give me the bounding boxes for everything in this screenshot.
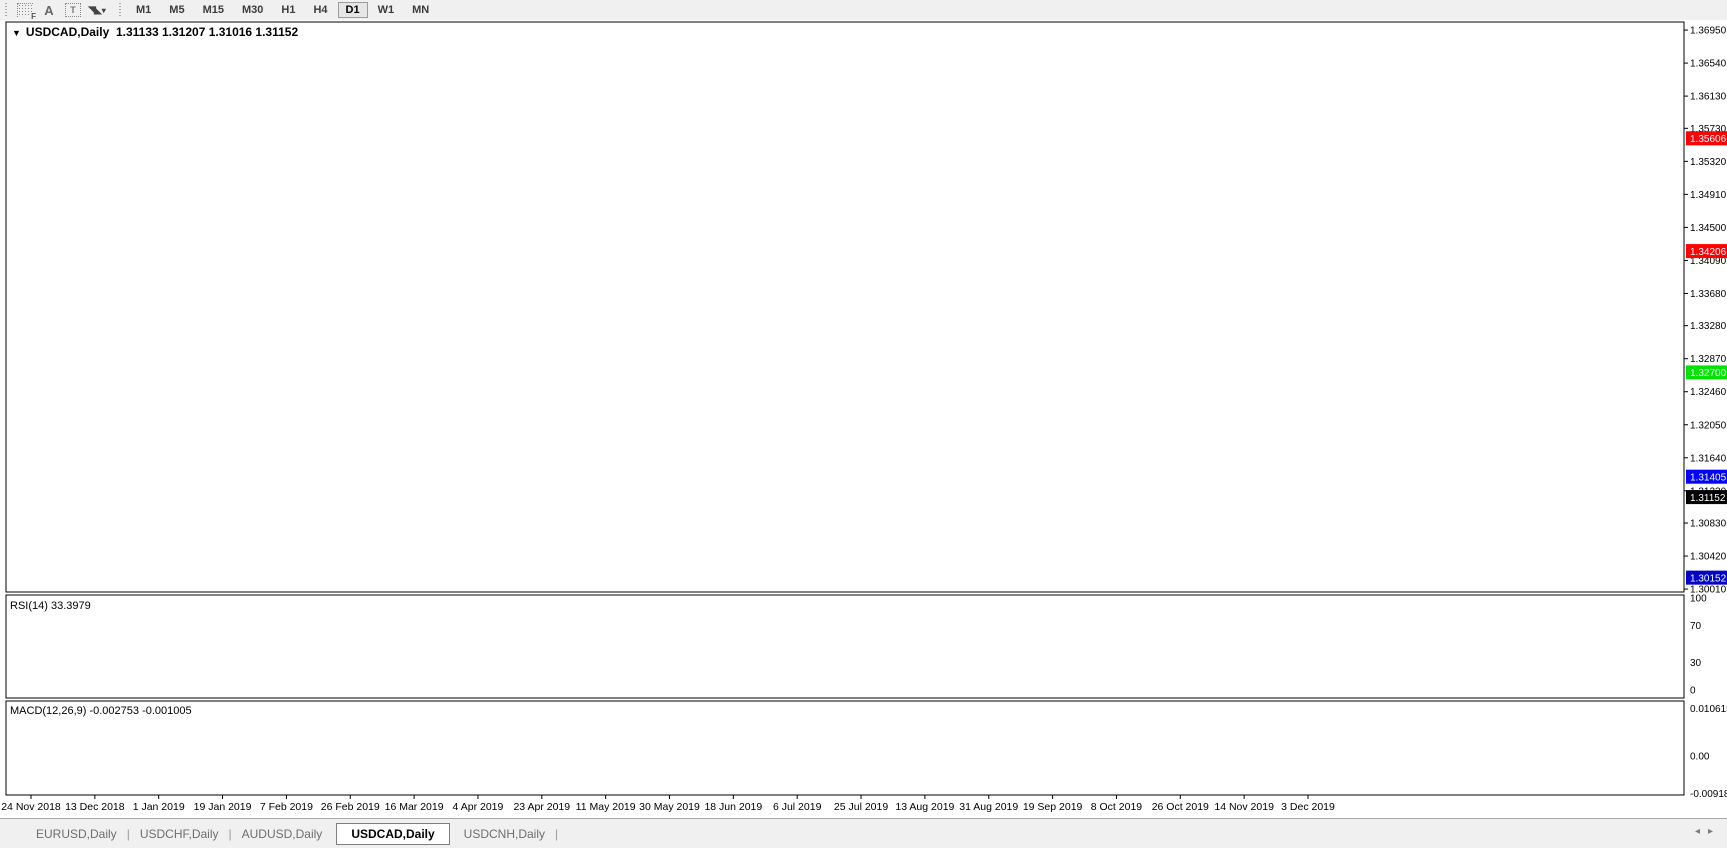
date-label: 13 Aug 2019 bbox=[895, 801, 954, 813]
rsi-axis-label: 30 bbox=[1690, 658, 1702, 669]
rsi-axis-label: 0 bbox=[1690, 686, 1696, 697]
macd-pane-frame bbox=[5, 700, 1685, 796]
text-box-glyph: T bbox=[65, 3, 81, 17]
drawing-tools-icon[interactable]: ◥◣ ▾ bbox=[87, 2, 107, 18]
symbol-tab-usdcad[interactable]: USDCAD,Daily bbox=[336, 822, 450, 845]
main-pane-frame bbox=[5, 21, 1685, 593]
price-tick-label: 1.30830 bbox=[1690, 519, 1727, 530]
text-label-icon[interactable]: T bbox=[63, 2, 83, 18]
date-label: 1 Jan 2019 bbox=[133, 801, 185, 813]
price-level-badge-value: 1.34206 bbox=[1690, 247, 1727, 258]
tab-scroll-right-icon[interactable]: ▸ bbox=[1708, 826, 1721, 837]
timeframe-button-h1[interactable]: H1 bbox=[273, 2, 303, 18]
price-tick-label: 1.34500 bbox=[1690, 223, 1727, 234]
price-tick-label: 1.36950 bbox=[1690, 26, 1727, 37]
timeframe-button-m1[interactable]: M1 bbox=[128, 2, 159, 18]
price-level-badge-value: 1.30152 bbox=[1690, 573, 1727, 584]
collapse-triangle-icon[interactable]: ▼ bbox=[12, 28, 21, 38]
symbol-tab-audusd[interactable]: AUDUSD,Daily bbox=[232, 823, 333, 845]
timeframe-button-mn[interactable]: MN bbox=[404, 2, 437, 18]
tab-scroll-left-icon[interactable]: ◂ bbox=[1695, 826, 1708, 837]
rsi-axis-label: 100 bbox=[1690, 594, 1707, 605]
date-label: 14 Nov 2019 bbox=[1214, 801, 1274, 813]
grid-glyph: F bbox=[17, 3, 37, 21]
price-tick-label: 1.36130 bbox=[1690, 92, 1727, 103]
date-label: 24 Nov 2018 bbox=[1, 801, 61, 813]
date-label: 3 Dec 2019 bbox=[1281, 801, 1335, 813]
date-label: 6 Jul 2019 bbox=[773, 801, 822, 813]
date-label: 13 Dec 2018 bbox=[65, 801, 125, 813]
date-label: 8 Oct 2019 bbox=[1091, 801, 1143, 813]
macd-axis-label: -0.009185 bbox=[1690, 789, 1727, 800]
date-label: 26 Oct 2019 bbox=[1152, 801, 1209, 813]
price-level-badge-value: 1.32700 bbox=[1690, 368, 1727, 379]
date-label: 7 Feb 2019 bbox=[260, 801, 313, 813]
date-label: 23 Apr 2019 bbox=[513, 801, 570, 813]
price-tick-label: 1.33680 bbox=[1690, 289, 1727, 300]
chart-grid-f-icon[interactable]: F bbox=[15, 2, 37, 21]
chart-symbol-title: USDCAD,Daily bbox=[25, 25, 110, 39]
date-label: 25 Jul 2019 bbox=[834, 801, 888, 813]
toolbar-grip-2[interactable] bbox=[117, 3, 124, 17]
macd-axis-label: 0.00 bbox=[1690, 752, 1710, 763]
price-level-badge-value: 1.35606 bbox=[1690, 134, 1727, 145]
price-level-badge-value: 1.31152 bbox=[1690, 493, 1726, 504]
chart-ohlc-values: 1.31133 1.31207 1.31016 1.31152 bbox=[115, 25, 299, 39]
price-tick-label: 1.30420 bbox=[1690, 552, 1727, 563]
macd-axis-label: 0.010615 bbox=[1690, 704, 1727, 715]
timeframe-button-d1[interactable]: D1 bbox=[337, 2, 368, 18]
price-tick-label: 1.34910 bbox=[1690, 190, 1727, 201]
timeframe-toolbar: M1 M5 M15 M30 H1 H4 D1 W1 MN bbox=[127, 2, 438, 18]
tab-separator: | bbox=[555, 826, 559, 841]
symbol-tab-usdchf[interactable]: USDCHF,Daily bbox=[130, 823, 229, 845]
rsi-indicator-label: RSI(14) 33.3979 bbox=[10, 600, 91, 612]
date-label: 19 Sep 2019 bbox=[1023, 801, 1083, 813]
timeframe-button-m15[interactable]: M15 bbox=[195, 2, 232, 18]
date-label: 4 Apr 2019 bbox=[453, 801, 504, 813]
date-label: 30 May 2019 bbox=[639, 801, 700, 813]
timeframe-button-w1[interactable]: W1 bbox=[370, 2, 403, 18]
date-label: 31 Aug 2019 bbox=[959, 801, 1018, 813]
toolbar-grip[interactable] bbox=[3, 3, 10, 17]
dropdown-caret-icon[interactable]: ▾ bbox=[102, 6, 106, 15]
timeframe-button-m30[interactable]: M30 bbox=[234, 2, 271, 18]
date-label: 19 Jan 2019 bbox=[194, 801, 252, 813]
price-level-badge-value: 1.31405 bbox=[1690, 473, 1727, 484]
symbol-tab-bar: EURUSD,Daily | USDCHF,Daily | AUDUSD,Daily US… bbox=[0, 818, 1727, 848]
price-tick-label: 1.32050 bbox=[1690, 420, 1727, 431]
symbol-tab-usdcnh[interactable]: USDCNH,Daily bbox=[454, 823, 555, 845]
price-tick-label: 1.33280 bbox=[1690, 321, 1727, 332]
price-tick-label: 1.32870 bbox=[1690, 354, 1727, 365]
date-label: 18 Jun 2019 bbox=[704, 801, 762, 813]
chart-canvas[interactable]: 1.369501.365401.361301.357301.353201.349… bbox=[0, 20, 1727, 818]
rsi-axis-label: 70 bbox=[1690, 621, 1702, 632]
price-tick-label: 1.35320 bbox=[1690, 157, 1727, 168]
axis-layer: 1.369501.365401.361301.357301.353201.349… bbox=[1, 21, 1727, 813]
chart-window[interactable]: 1.36950 1.36540 1.36130 1.35730 1.35320 1.349… bbox=[0, 20, 1727, 818]
macd-indicator-label: MACD(12,26,9) -0.002753 -0.001005 bbox=[10, 705, 192, 717]
text-annotation-icon[interactable]: A bbox=[39, 2, 59, 18]
date-label: 11 May 2019 bbox=[576, 801, 636, 813]
tab-scroll-arrows[interactable]: ◂▸ bbox=[1695, 826, 1721, 837]
timeframe-button-h4[interactable]: H4 bbox=[305, 2, 335, 18]
chart-title-line: ▼ USDCAD,Daily 1.31133 1.31207 1.31016 1.… bbox=[12, 25, 298, 39]
price-tick-label: 1.36540 bbox=[1690, 59, 1727, 70]
timeframe-button-m5[interactable]: M5 bbox=[161, 2, 192, 18]
price-tick-label: 1.31640 bbox=[1690, 453, 1727, 464]
arrows-glyph: ◥◣ bbox=[88, 4, 101, 16]
symbol-tab-eurusd[interactable]: EURUSD,Daily bbox=[26, 823, 127, 845]
price-tick-label: 1.32460 bbox=[1690, 387, 1727, 398]
rsi-pane-frame bbox=[5, 594, 1685, 699]
top-toolbar: F A T ◥◣ ▾ M1 M5 M15 M30 H1 H4 D1 W1 MN bbox=[0, 0, 1727, 21]
date-label: 16 Mar 2019 bbox=[385, 801, 444, 813]
date-label: 26 Feb 2019 bbox=[321, 801, 380, 813]
